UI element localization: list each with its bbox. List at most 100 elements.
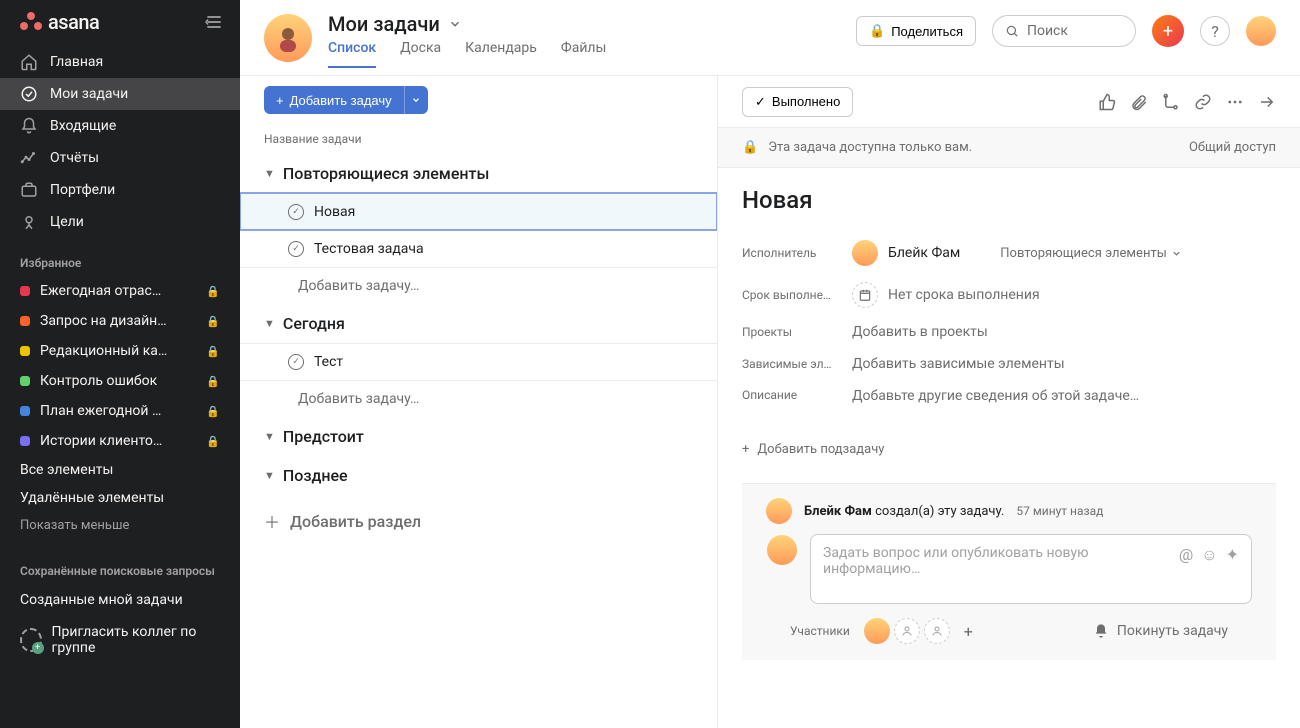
section-header[interactable]: ▼ Сегодня xyxy=(240,304,717,343)
add-collaborator-plus[interactable]: + xyxy=(964,622,973,641)
create-button[interactable]: + xyxy=(1152,15,1184,47)
search-icon xyxy=(1005,24,1019,38)
user-avatar[interactable] xyxy=(1246,16,1276,46)
check-icon: ✓ xyxy=(755,94,766,110)
favorite-item[interactable]: Запрос на дизайн…🔒 xyxy=(0,306,240,336)
link-icon[interactable] xyxy=(1194,93,1212,111)
description-placeholder[interactable]: Добавьте другие сведения об этой задаче… xyxy=(852,388,1139,404)
more-icon[interactable] xyxy=(1226,93,1244,111)
collaborators-label: Участники xyxy=(790,624,850,638)
sidebar-item-reports[interactable]: Отчёты xyxy=(0,142,240,174)
add-task-inline[interactable]: Добавить задачу… xyxy=(240,267,717,304)
sidebar: asana Главная Мои задачи Входящие Отчёты… xyxy=(0,0,240,728)
add-dependencies[interactable]: Добавить зависимые элементы xyxy=(852,356,1065,372)
add-task-inline[interactable]: Добавить задачу… xyxy=(240,380,717,417)
lock-icon: 🔒 xyxy=(206,345,220,358)
sidebar-nav: Главная Мои задачи Входящие Отчёты Портф… xyxy=(0,40,240,244)
emoji-icon[interactable]: ☺ xyxy=(1201,545,1217,565)
assignee-value[interactable]: Блейк Фам xyxy=(852,240,960,266)
complete-checkbox[interactable]: ✓ xyxy=(288,204,304,220)
section-header[interactable]: ▼ Предстоит xyxy=(240,417,717,456)
mention-icon[interactable]: @ xyxy=(1179,545,1193,564)
sidebar-item-label: Мои задачи xyxy=(50,86,128,102)
section-header[interactable]: ▼ Позднее xyxy=(240,456,717,495)
tab-board[interactable]: Доска xyxy=(400,40,441,68)
profile-avatar[interactable] xyxy=(264,14,312,62)
add-section-button[interactable]: ＋ Добавить раздел xyxy=(240,495,717,547)
task-row[interactable]: ✓ Тестовая задача xyxy=(240,230,717,267)
tab-files[interactable]: Файлы xyxy=(561,40,606,68)
plus-icon: + xyxy=(276,93,284,108)
sidebar-all-items[interactable]: Все элементы xyxy=(0,456,240,484)
sidebar-item-label: Портфели xyxy=(50,182,115,198)
lock-icon: 🔒 xyxy=(206,285,220,298)
tab-calendar[interactable]: Календарь xyxy=(465,40,537,68)
help-button[interactable]: ? xyxy=(1200,16,1230,46)
calendar-icon xyxy=(852,282,878,308)
banner-share-link[interactable]: Общий доступ xyxy=(1189,140,1276,155)
leave-task-button[interactable]: Покинуть задачу xyxy=(1093,623,1228,639)
bell-icon xyxy=(1093,623,1109,639)
add-subtask-button[interactable]: + Добавить подзадачу xyxy=(742,442,1276,457)
share-button[interactable]: 🔒 Поделиться xyxy=(856,16,976,46)
due-date-value[interactable]: Нет срока выполнения xyxy=(852,282,1040,308)
star-icon[interactable]: ✦ xyxy=(1226,545,1239,564)
task-name: Тест xyxy=(314,354,343,370)
add-to-projects[interactable]: Добавить в проекты xyxy=(852,324,988,340)
asana-logo[interactable]: asana xyxy=(20,10,99,34)
task-title[interactable]: Новая xyxy=(742,186,1276,214)
chevron-down-icon[interactable] xyxy=(448,17,462,31)
section-header[interactable]: ▼ Повторяющиеся элементы xyxy=(240,154,717,193)
lock-icon: 🔒 xyxy=(206,405,220,418)
share-label: Поделиться xyxy=(891,24,963,39)
sidebar-item-label: Входящие xyxy=(50,118,116,134)
caret-down-icon: ▼ xyxy=(264,167,275,180)
sidebar-show-less[interactable]: Показать меньше xyxy=(0,512,240,539)
sidebar-item-label: Отчёты xyxy=(50,150,99,166)
sidebar-item-goals[interactable]: Цели xyxy=(0,206,240,238)
favorite-item[interactable]: Ежегодная отрас…🔒 xyxy=(0,276,240,306)
like-icon[interactable] xyxy=(1098,93,1116,111)
folder-icon xyxy=(20,181,38,199)
section-name: Повторяющиеся элементы xyxy=(283,164,489,183)
home-icon xyxy=(20,53,38,71)
add-task-button[interactable]: + Добавить задачу xyxy=(264,86,404,114)
add-task-dropdown[interactable] xyxy=(404,86,428,114)
main: Мои задачи Список Доска Календарь Файлы … xyxy=(240,0,1300,728)
favorite-item[interactable]: Истории клиенто…🔒 xyxy=(0,426,240,456)
favorite-item[interactable]: Контроль ошибок🔒 xyxy=(0,366,240,396)
comment-input[interactable]: Задать вопрос или опубликовать новую инф… xyxy=(810,534,1252,604)
tab-list[interactable]: Список xyxy=(328,40,376,68)
search-placeholder: Поиск xyxy=(1027,23,1068,39)
add-collaborator[interactable] xyxy=(924,618,950,644)
task-name: Новая xyxy=(314,204,355,220)
favorite-item[interactable]: План ежегодной …🔒 xyxy=(0,396,240,426)
sidebar-item-my-tasks[interactable]: Мои задачи xyxy=(0,78,240,110)
mark-complete-button[interactable]: ✓ Выполнено xyxy=(742,87,853,117)
complete-checkbox[interactable]: ✓ xyxy=(288,241,304,257)
attachment-icon[interactable] xyxy=(1130,93,1148,111)
sidebar-created-by-me[interactable]: Созданные мной задачи xyxy=(0,586,240,614)
complete-checkbox[interactable]: ✓ xyxy=(288,354,304,370)
sidebar-item-portfolios[interactable]: Портфели xyxy=(0,174,240,206)
task-row[interactable]: ✓ Тест xyxy=(240,343,717,380)
search-input[interactable]: Поиск xyxy=(992,15,1136,47)
task-detail-pane: ✓ Выполнено 🔒 Эта задача доступна только… xyxy=(718,76,1300,728)
sidebar-deleted[interactable]: Удалённые элементы xyxy=(0,484,240,512)
favorite-item[interactable]: Редакционный ка…🔒 xyxy=(0,336,240,366)
collapse-sidebar-icon[interactable] xyxy=(204,12,224,32)
page-title: Мои задачи xyxy=(328,12,440,36)
add-collaborator[interactable] xyxy=(894,618,920,644)
task-row[interactable]: ✓ Новая xyxy=(240,193,717,230)
collaborator-avatar[interactable] xyxy=(864,618,890,644)
close-panel-icon[interactable] xyxy=(1258,93,1276,111)
topbar: Мои задачи Список Доска Календарь Файлы … xyxy=(240,0,1300,76)
section-selector[interactable]: Повторяющиеся элементы xyxy=(1000,246,1182,261)
sidebar-item-home[interactable]: Главная xyxy=(0,46,240,78)
invite-team-button[interactable]: Пригласить коллег по группе xyxy=(0,614,240,666)
avatar xyxy=(767,535,797,565)
chart-icon xyxy=(20,149,38,167)
sidebar-item-inbox[interactable]: Входящие xyxy=(0,110,240,142)
sidebar-item-label: Цели xyxy=(50,214,84,230)
subtask-icon[interactable] xyxy=(1162,93,1180,111)
